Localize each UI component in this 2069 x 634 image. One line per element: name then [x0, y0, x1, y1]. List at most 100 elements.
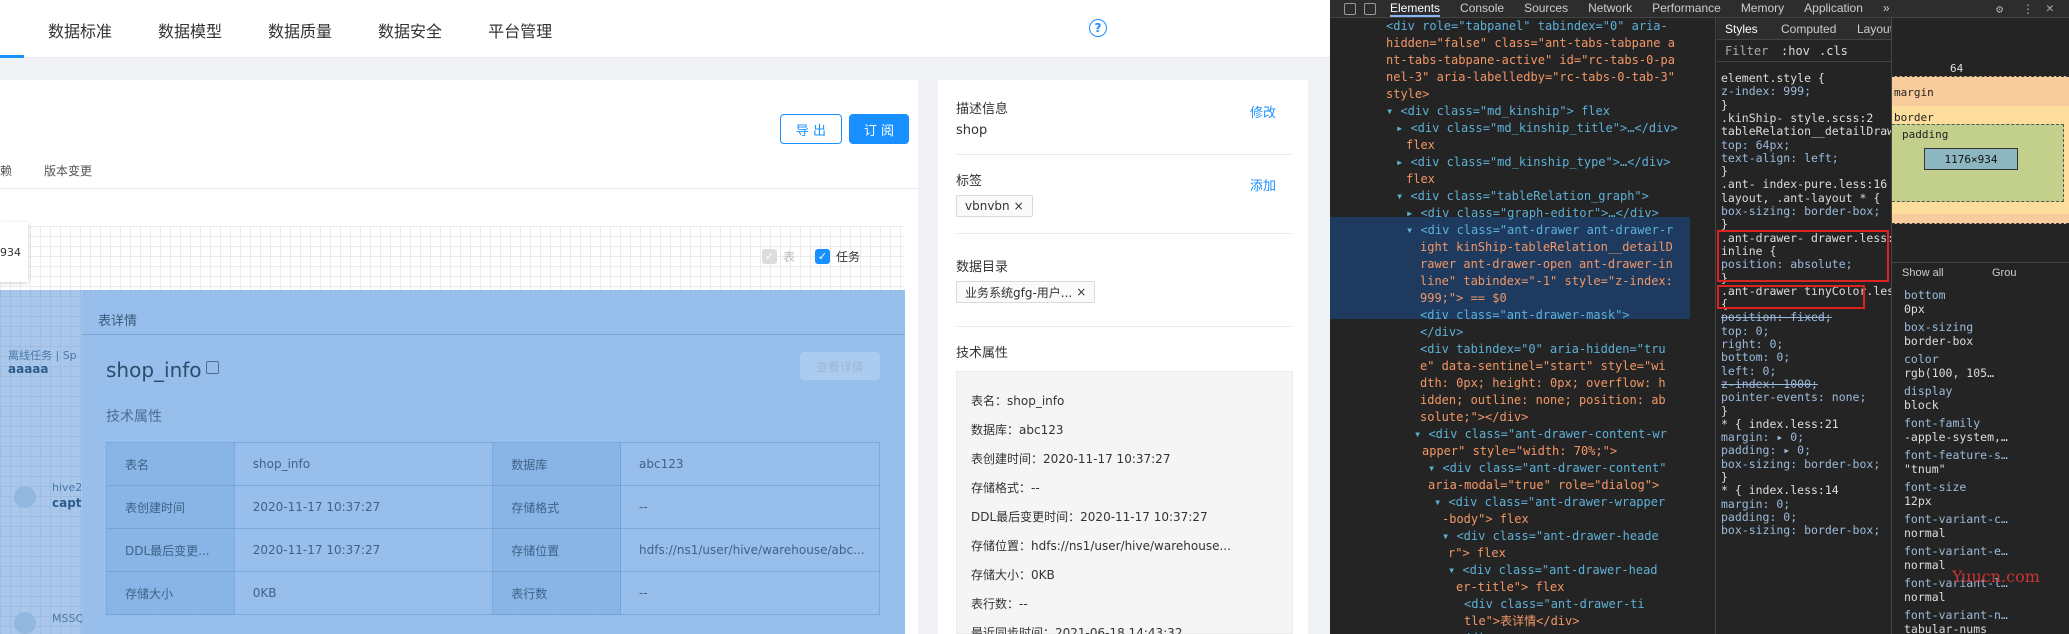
style-line[interactable]: * { index.less:14 — [1721, 484, 1839, 497]
dom-line[interactable]: ▸ <div class="md_kinship_type">…</div> — [1330, 154, 1715, 171]
style-line[interactable]: text-align: left; — [1721, 151, 1839, 165]
dom-line[interactable]: solute;"></div> — [1330, 409, 1715, 426]
dom-line[interactable]: ▾ <div class="ant-drawer-content-wr — [1330, 426, 1715, 443]
style-line[interactable]: } — [1721, 98, 1728, 112]
dom-line[interactable]: hidden="false" class="ant-tabs-tabpane a — [1330, 35, 1715, 52]
dom-line[interactable]: ▾ <div class="ant-drawer ant-drawer-r — [1330, 222, 1715, 239]
filter-table-checkbox[interactable]: ✓ 表 — [762, 248, 795, 265]
kebab-menu-icon[interactable]: ⋮ — [2022, 2, 2034, 16]
style-line[interactable]: z-index: 1000; — [1721, 377, 1818, 391]
subscribe-button[interactable]: 订 阅 — [849, 114, 909, 144]
show-all-checkbox[interactable]: Show all — [1902, 267, 1944, 279]
style-line[interactable]: top: 64px; — [1721, 138, 1790, 152]
computed-property[interactable]: font-feature-s… "tnum" — [1904, 448, 2008, 476]
style-line[interactable]: tableRelation__detailDrawer { — [1721, 125, 1891, 138]
inspect-icon[interactable] — [1344, 3, 1356, 15]
computed-property[interactable]: font-family -apple-system,… — [1904, 416, 2008, 444]
tab-elements[interactable]: Elements — [1390, 1, 1441, 17]
dom-line[interactable]: <div role="tabpanel" tabindex="0" aria- — [1330, 18, 1715, 35]
dom-line[interactable]: line" tabindex="-1" style="z-index: — [1330, 273, 1715, 290]
tab-console[interactable]: Console — [1460, 1, 1504, 17]
tab-styles[interactable]: Styles — [1725, 22, 1758, 36]
hov-toggle[interactable]: :hov — [1781, 44, 1810, 58]
dom-line[interactable]: nt-tabs-tabpane-active" id="rc-tabs-0-pa — [1330, 52, 1715, 69]
style-line[interactable]: } — [1721, 404, 1728, 418]
dom-line[interactable]: ▾ <div class="md_kinship"> flex — [1330, 103, 1715, 120]
dom-line[interactable]: -body"> flex — [1330, 511, 1715, 528]
tab-network[interactable]: Network — [1588, 1, 1632, 17]
style-line[interactable]: left: 0; — [1721, 364, 1776, 378]
tab-layout[interactable]: Layout — [1857, 22, 1891, 36]
computed-property[interactable]: display block — [1904, 384, 1952, 412]
dom-line[interactable]: r"> flex — [1330, 545, 1715, 562]
computed-property[interactable]: font-variant-n… tabular-nums — [1904, 608, 2008, 634]
style-line[interactable]: margin: 0; — [1721, 497, 1790, 511]
computed-property[interactable]: font-size 12px — [1904, 480, 1966, 508]
tab-memory[interactable]: Memory — [1741, 1, 1784, 17]
nav-item-standard[interactable]: 数据标准 — [48, 18, 112, 42]
copy-icon[interactable] — [206, 361, 219, 374]
close-icon[interactable]: × — [1014, 199, 1024, 213]
close-icon[interactable]: × — [1076, 285, 1086, 299]
dom-line[interactable]: ▸ <div class="md_kinship_title">…</div> — [1330, 120, 1715, 137]
dom-line[interactable]: <div class="ant-drawer-ti — [1330, 596, 1715, 613]
cls-toggle[interactable]: .cls — [1819, 44, 1848, 58]
dom-line[interactable]: er-title"> flex — [1330, 579, 1715, 596]
nav-item-security[interactable]: 数据安全 — [378, 18, 442, 42]
computed-property[interactable]: box-sizing border-box — [1904, 320, 1973, 348]
computed-property[interactable]: bottom 0px — [1904, 288, 1946, 316]
dom-line[interactable]: </div> — [1330, 324, 1715, 341]
tab-version-change[interactable]: 版本变更 — [44, 162, 92, 179]
style-line[interactable]: box-sizing: border-box; — [1721, 205, 1880, 218]
dom-line[interactable]: tle">表详情</div> — [1330, 613, 1715, 630]
nav-item-quality[interactable]: 数据质量 — [268, 18, 332, 42]
styles-filter-input[interactable]: Filter — [1725, 44, 1768, 58]
gear-icon[interactable]: ⚙ — [1996, 2, 2003, 16]
dom-line[interactable]: nel-3" aria-labelledby="rc-tabs-0-tab-3" — [1330, 69, 1715, 86]
style-line[interactable]: position: fixed; — [1721, 311, 1832, 324]
dom-line[interactable]: ▾ <div class="ant-drawer-content" — [1330, 460, 1715, 477]
dom-line[interactable]: <div tabindex="0" aria-hidden="tru — [1330, 341, 1715, 358]
dom-line[interactable]: 999;"> == $0 — [1330, 290, 1715, 307]
close-icon[interactable]: ✕ — [2046, 1, 2054, 16]
style-line[interactable]: pointer-events: none; — [1721, 391, 1866, 404]
tab-computed[interactable]: Computed — [1781, 22, 1836, 36]
dom-line[interactable]: <div class="ant-drawer-mask"> — [1330, 307, 1715, 324]
computed-property[interactable]: font-variant-c… normal — [1904, 512, 2008, 540]
dom-line[interactable]: ▾ <div class="ant-drawer-wrapper — [1330, 494, 1715, 511]
dom-line[interactable]: rawer ant-drawer-open ant-drawer-in — [1330, 256, 1715, 273]
style-line[interactable]: z-index: 999; — [1721, 85, 1811, 98]
style-line[interactable]: right: 0; — [1721, 338, 1783, 351]
dom-line[interactable]: e" data-sentinel="start" style="wi — [1330, 358, 1715, 375]
dom-line[interactable]: flex — [1330, 137, 1715, 154]
dom-line[interactable]: style> — [1330, 86, 1715, 103]
dom-line[interactable]: ▸ <div class="graph-editor">…</div> — [1330, 205, 1715, 222]
style-line[interactable]: layout, .ant-layout * { — [1721, 191, 1880, 205]
style-line[interactable]: box-sizing: border-box; — [1721, 524, 1880, 537]
group-checkbox[interactable]: Grou — [1992, 267, 2016, 279]
style-line[interactable]: box-sizing: border-box; — [1721, 457, 1880, 471]
tab-performance[interactable]: Performance — [1652, 1, 1721, 17]
add-tag-link[interactable]: 添加 — [1250, 175, 1276, 194]
dom-line[interactable]: idden; outline: none; position: ab — [1330, 392, 1715, 409]
tab-more[interactable]: » — [1883, 1, 1890, 17]
dom-line[interactable]: ▾ <div class="ant-drawer-heade — [1330, 528, 1715, 545]
dom-line[interactable]: ▾ <div class="ant-drawer-head — [1330, 562, 1715, 579]
style-line[interactable]: padding: 0; — [1721, 510, 1797, 524]
style-line[interactable]: padding: ▸ 0; — [1721, 444, 1811, 457]
dom-line[interactable]: ▾ <div class="tableRelation_graph"> — [1330, 188, 1715, 205]
style-line[interactable]: .kinShip- style.scss:2 — [1721, 111, 1873, 125]
dom-line[interactable]: </div> — [1330, 630, 1715, 634]
graph-node-card[interactable]: 934 — [0, 222, 28, 282]
computed-property[interactable]: color rgb(100, 105… — [1904, 352, 1994, 380]
dom-line[interactable]: dth: 0px; height: 0px; overflow: h — [1330, 375, 1715, 392]
tab-sources[interactable]: Sources — [1524, 1, 1568, 17]
question-circle-icon[interactable]: ? — [1089, 19, 1107, 37]
nav-item-model[interactable]: 数据模型 — [158, 18, 222, 42]
style-line[interactable]: margin: ▸ 0; — [1721, 431, 1804, 444]
style-line[interactable]: .ant- index-pure.less:16 — [1721, 178, 1887, 191]
style-line[interactable]: bottom: 0; — [1721, 351, 1790, 364]
dom-line[interactable]: ight kinShip-tableRelation__detailD — [1330, 239, 1715, 256]
view-detail-button[interactable]: 查看详情 — [800, 352, 880, 380]
dom-line[interactable]: flex — [1330, 171, 1715, 188]
